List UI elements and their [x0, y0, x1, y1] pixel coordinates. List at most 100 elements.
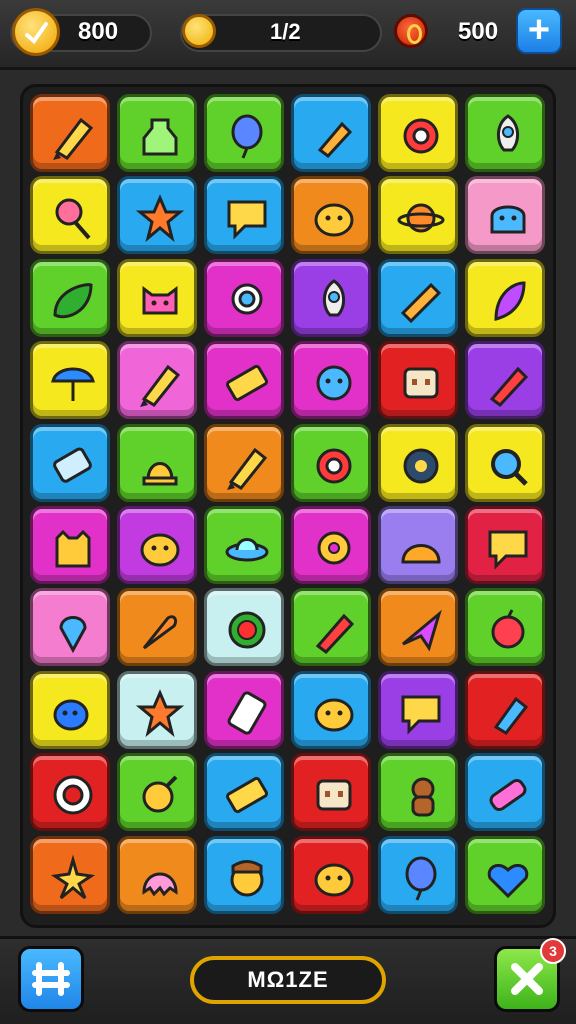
game-tile[interactable]	[117, 506, 197, 584]
candy-bar-icon	[400, 282, 442, 323]
octopus-icon	[142, 872, 178, 896]
game-tile[interactable]	[378, 588, 458, 667]
game-tile[interactable]	[30, 753, 110, 832]
game-tile[interactable]	[291, 258, 371, 337]
game-tile[interactable]	[378, 341, 458, 420]
leaf-icon	[53, 282, 93, 318]
game-tile[interactable]	[117, 94, 197, 172]
paint-tube-icon	[317, 121, 353, 159]
cup-icon	[53, 447, 92, 483]
star-icon	[135, 194, 185, 243]
ring-icon	[231, 283, 263, 315]
game-tile[interactable]	[117, 670, 197, 749]
game-tile[interactable]	[30, 506, 110, 584]
level-progress: 1/2	[270, 19, 301, 44]
game-tile[interactable]	[291, 506, 371, 584]
game-tile[interactable]	[30, 341, 110, 420]
game-tile[interactable]	[204, 506, 284, 584]
game-tile[interactable]	[204, 670, 284, 749]
game-tile[interactable]	[465, 588, 545, 667]
game-tile[interactable]	[30, 258, 110, 337]
game-tile[interactable]	[204, 176, 284, 255]
game-tile[interactable]	[204, 588, 284, 667]
game-tile[interactable]	[465, 753, 545, 832]
game-tile[interactable]	[117, 341, 197, 420]
ufo-icon	[225, 538, 269, 562]
game-tile[interactable]	[465, 258, 545, 337]
game-tile[interactable]	[291, 835, 371, 914]
blob-face-icon	[314, 863, 354, 897]
gear-icon	[403, 118, 439, 154]
game-tile[interactable]	[465, 176, 545, 255]
robot-face-icon	[316, 779, 352, 811]
jet-icon	[402, 610, 442, 652]
bottle-icon	[142, 118, 178, 156]
lollipop-icon	[55, 198, 91, 240]
game-tile[interactable]	[378, 94, 458, 172]
game-tile[interactable]	[465, 423, 545, 502]
game-tile[interactable]	[30, 670, 110, 749]
red-gem-icon	[394, 14, 428, 48]
battery-icon	[226, 365, 268, 402]
game-tile[interactable]	[117, 258, 197, 337]
popsicle-icon	[493, 696, 529, 735]
game-tile[interactable]	[378, 753, 458, 832]
game-tile[interactable]	[291, 670, 371, 749]
game-tile[interactable]	[204, 341, 284, 420]
mode-button[interactable]: MΩ1ZE	[190, 956, 386, 1004]
robot-face-icon	[403, 367, 439, 399]
grid-menu-button[interactable]	[18, 946, 84, 1012]
face-icon	[230, 859, 264, 897]
donut-icon	[317, 531, 351, 565]
eraser-icon	[489, 779, 527, 812]
coin-icon	[12, 8, 60, 56]
game-tile[interactable]	[291, 423, 371, 502]
game-tile[interactable]	[204, 753, 284, 832]
balloon-icon	[405, 856, 437, 901]
game-tile[interactable]	[378, 176, 458, 255]
crayon-icon	[140, 365, 181, 408]
game-tile[interactable]	[378, 258, 458, 337]
game-tile[interactable]	[465, 94, 545, 172]
game-tile[interactable]	[291, 753, 371, 832]
game-tile[interactable]	[378, 506, 458, 584]
blob-face-icon	[140, 533, 180, 567]
blob-face-icon	[314, 203, 354, 237]
game-tile[interactable]	[117, 753, 197, 832]
gear-icon	[316, 448, 352, 484]
game-tile[interactable]	[204, 835, 284, 914]
game-tile[interactable]	[30, 423, 110, 502]
game-tile[interactable]	[291, 176, 371, 255]
life-ring-icon	[53, 775, 93, 815]
game-tile[interactable]	[378, 670, 458, 749]
game-tile[interactable]	[30, 835, 110, 914]
top-bar: 800 1/2 500 +	[0, 0, 576, 70]
game-tile[interactable]	[117, 423, 197, 502]
game-tile[interactable]	[291, 341, 371, 420]
add-currency-button[interactable]: +	[516, 8, 562, 54]
game-tile[interactable]	[465, 670, 545, 749]
game-tile[interactable]	[204, 94, 284, 172]
game-tile[interactable]	[465, 835, 545, 914]
game-tile[interactable]	[30, 176, 110, 255]
game-tile[interactable]	[117, 835, 197, 914]
game-tile[interactable]	[291, 94, 371, 172]
game-tile[interactable]	[30, 588, 110, 667]
game-tile[interactable]	[465, 341, 545, 420]
rocket-icon	[323, 278, 345, 317]
slime-face-icon	[401, 544, 441, 564]
game-tile[interactable]	[378, 835, 458, 914]
pencil-icon	[489, 366, 529, 408]
game-tile[interactable]	[117, 588, 197, 667]
game-tile[interactable]	[291, 588, 371, 667]
game-tile[interactable]	[378, 423, 458, 502]
magnifier-icon	[491, 448, 528, 486]
game-tile[interactable]	[465, 506, 545, 584]
game-tile[interactable]	[204, 423, 284, 502]
feather-icon	[494, 281, 526, 321]
game-tile[interactable]	[30, 94, 110, 172]
game-tile[interactable]	[204, 258, 284, 337]
plus-icon: +	[527, 9, 551, 51]
chat-bubble-icon	[227, 200, 267, 241]
game-tile[interactable]	[117, 176, 197, 255]
